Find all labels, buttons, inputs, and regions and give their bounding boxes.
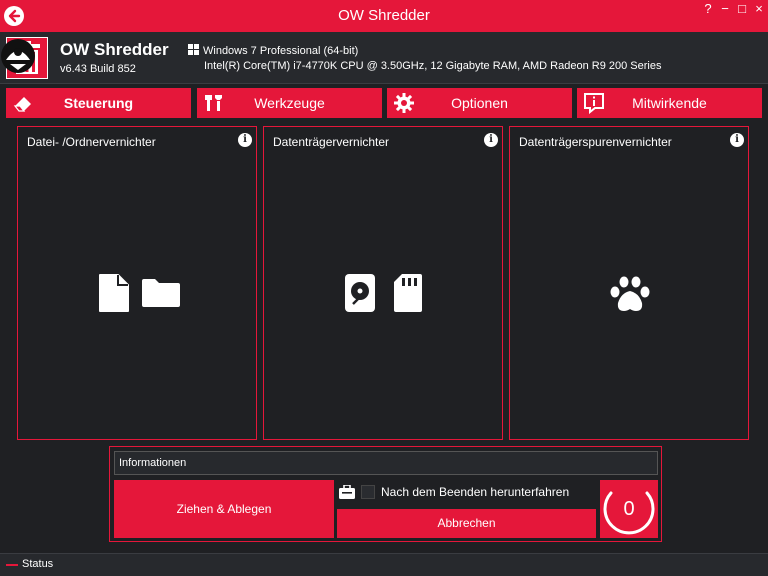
maximize-button[interactable]: □ — [734, 2, 750, 16]
progress-counter: 0 — [600, 480, 658, 538]
badge-emblem-icon — [0, 38, 36, 79]
action-panel: Informationen Ziehen & Ablegen Nach dem … — [109, 446, 662, 542]
shutdown-label: Nach dem Beenden herunterfahren — [381, 485, 570, 499]
cancel-button[interactable]: Abbrechen — [337, 509, 596, 538]
panel-drive-shredder[interactable]: Datenträgervernichter i — [263, 126, 503, 440]
title-bar: OW Shredder ? − □ × — [0, 0, 768, 32]
panel-file-folder-shredder[interactable]: Datei- /Ordnervernichter i — [17, 126, 257, 440]
info-icon[interactable]: i — [484, 133, 498, 147]
drag-drop-area[interactable]: Ziehen & Ablegen — [114, 480, 334, 538]
file-icon — [99, 274, 129, 312]
status-text: Status — [22, 558, 54, 570]
status-indicator — [6, 564, 18, 566]
tab-optionen-label: Optionen — [451, 95, 508, 111]
help-button[interactable]: ? — [700, 2, 716, 16]
folder-icon — [142, 279, 180, 307]
panel-title: Datenträgervernichter — [273, 135, 390, 149]
window-title: OW Shredder — [338, 7, 430, 24]
tab-werkzeuge-label: Werkzeuge — [254, 95, 325, 111]
information-header: Informationen — [114, 451, 658, 475]
info-icon[interactable]: i — [730, 133, 744, 147]
tab-werkzeuge[interactable]: Werkzeuge — [197, 88, 382, 118]
tab-mitwirkende[interactable]: Mitwirkende — [577, 88, 762, 118]
main-nav: Steuerung Werkzeuge Optionen Mitwirkende — [0, 88, 768, 118]
minimize-button[interactable]: − — [717, 2, 733, 16]
windows-logo-icon — [188, 44, 199, 55]
tab-steuerung-label: Steuerung — [63, 95, 134, 111]
panel-drive-traces-shredder[interactable]: Datenträgerspurenvernichter i — [509, 126, 749, 440]
app-name: OW Shredder — [60, 40, 169, 59]
tab-optionen[interactable]: Optionen — [387, 88, 572, 118]
app-header: OW Shredder v6.43 Build 852 Windows 7 Pr… — [0, 32, 768, 84]
status-bar: Status — [0, 553, 768, 576]
info-icon[interactable]: i — [238, 133, 252, 147]
app-version: v6.43 Build 852 — [60, 63, 136, 75]
shutdown-option: Nach dem Beenden herunterfahren — [339, 483, 599, 503]
briefcase-icon — [339, 485, 355, 499]
os-text: Windows 7 Professional (64-bit) — [203, 45, 359, 57]
tab-steuerung[interactable]: Steuerung — [6, 88, 191, 118]
tab-mitwirkende-label: Mitwirkende — [632, 95, 707, 111]
os-info: Windows 7 Professional (64-bit) — [188, 44, 358, 57]
panel-title: Datenträgerspurenvernichter — [519, 135, 672, 149]
hard-drive-icon — [345, 274, 375, 312]
paw-icon — [610, 276, 650, 311]
sd-card-icon — [394, 274, 422, 312]
close-button[interactable]: × — [751, 2, 767, 16]
counter-value: 0 — [623, 498, 635, 520]
shutdown-checkbox[interactable] — [361, 485, 375, 499]
panel-title: Datei- /Ordnervernichter — [27, 135, 156, 149]
hardware-info: Intel(R) Core(TM) i7-4770K CPU @ 3.50GHz… — [204, 60, 662, 72]
